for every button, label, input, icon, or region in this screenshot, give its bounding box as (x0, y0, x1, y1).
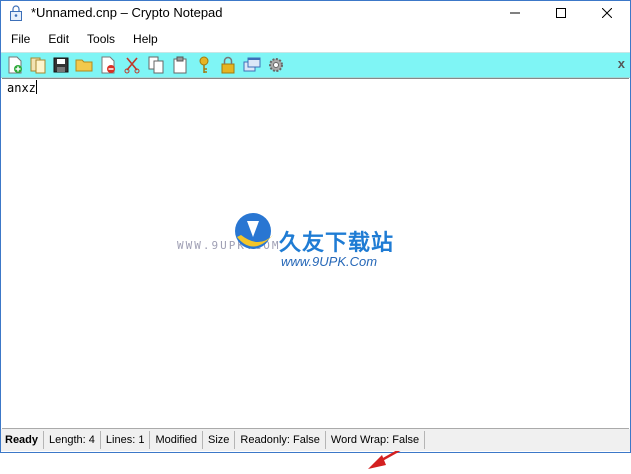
copy-icon[interactable] (147, 56, 165, 74)
text-editor[interactable]: anxz WWW.9UPK.COM 久友下载站 www.9UPK.Com (2, 78, 629, 469)
status-size: Size (203, 431, 236, 449)
key-icon[interactable] (195, 56, 213, 74)
cut-icon[interactable] (123, 56, 141, 74)
minimize-icon (510, 12, 520, 14)
status-state: Ready (1, 431, 45, 449)
app-lock-icon (9, 5, 23, 21)
delete-file-icon[interactable] (99, 56, 117, 74)
title-bar[interactable]: *Unnamed.cnp – Crypto Notepad (1, 1, 630, 25)
watermark-logo-icon (235, 213, 273, 249)
maximize-icon (556, 8, 566, 18)
status-bar: Ready Length: 4 Lines: 1 Modified Size R… (1, 429, 630, 451)
text-caret (35, 80, 37, 94)
toolbar: x (1, 52, 630, 78)
save-icon[interactable] (52, 56, 70, 74)
minimize-button[interactable] (492, 1, 538, 25)
lock-icon[interactable] (219, 56, 237, 74)
status-readonly: Readonly: False (235, 431, 326, 449)
status-length: Length: 4 (44, 431, 101, 449)
status-word-wrap: Word Wrap: False (326, 431, 426, 449)
maximize-button[interactable] (538, 1, 584, 25)
open-file-icon[interactable] (29, 56, 47, 74)
app-window: *Unnamed.cnp – Crypto Notepad File Edit … (0, 0, 631, 469)
status-modified: Modified (150, 431, 204, 449)
new-file-icon[interactable] (6, 56, 24, 74)
menu-edit[interactable]: Edit (39, 28, 78, 50)
watermark-brand: 久友下载站 (279, 230, 395, 255)
status-lines: Lines: 1 (101, 431, 151, 449)
menu-help[interactable]: Help (124, 28, 167, 50)
menu-tools[interactable]: Tools (78, 28, 124, 50)
windows-icon[interactable] (243, 56, 261, 74)
open-folder-icon[interactable] (75, 56, 93, 74)
menu-file[interactable]: File (1, 28, 39, 50)
watermark-url: www.9UPK.Com (281, 254, 378, 269)
settings-icon[interactable] (267, 56, 285, 74)
toolbar-close-button[interactable]: x (618, 56, 625, 71)
close-icon (602, 8, 612, 18)
editor-content[interactable]: anxz (7, 80, 37, 95)
window-title: *Unnamed.cnp – Crypto Notepad (31, 5, 223, 20)
close-button[interactable] (584, 1, 630, 25)
paste-icon[interactable] (171, 56, 189, 74)
menu-bar: File Edit Tools Help (1, 28, 630, 50)
watermark: WWW.9UPK.COM 久友下载站 www.9UPK.Com (177, 199, 437, 269)
